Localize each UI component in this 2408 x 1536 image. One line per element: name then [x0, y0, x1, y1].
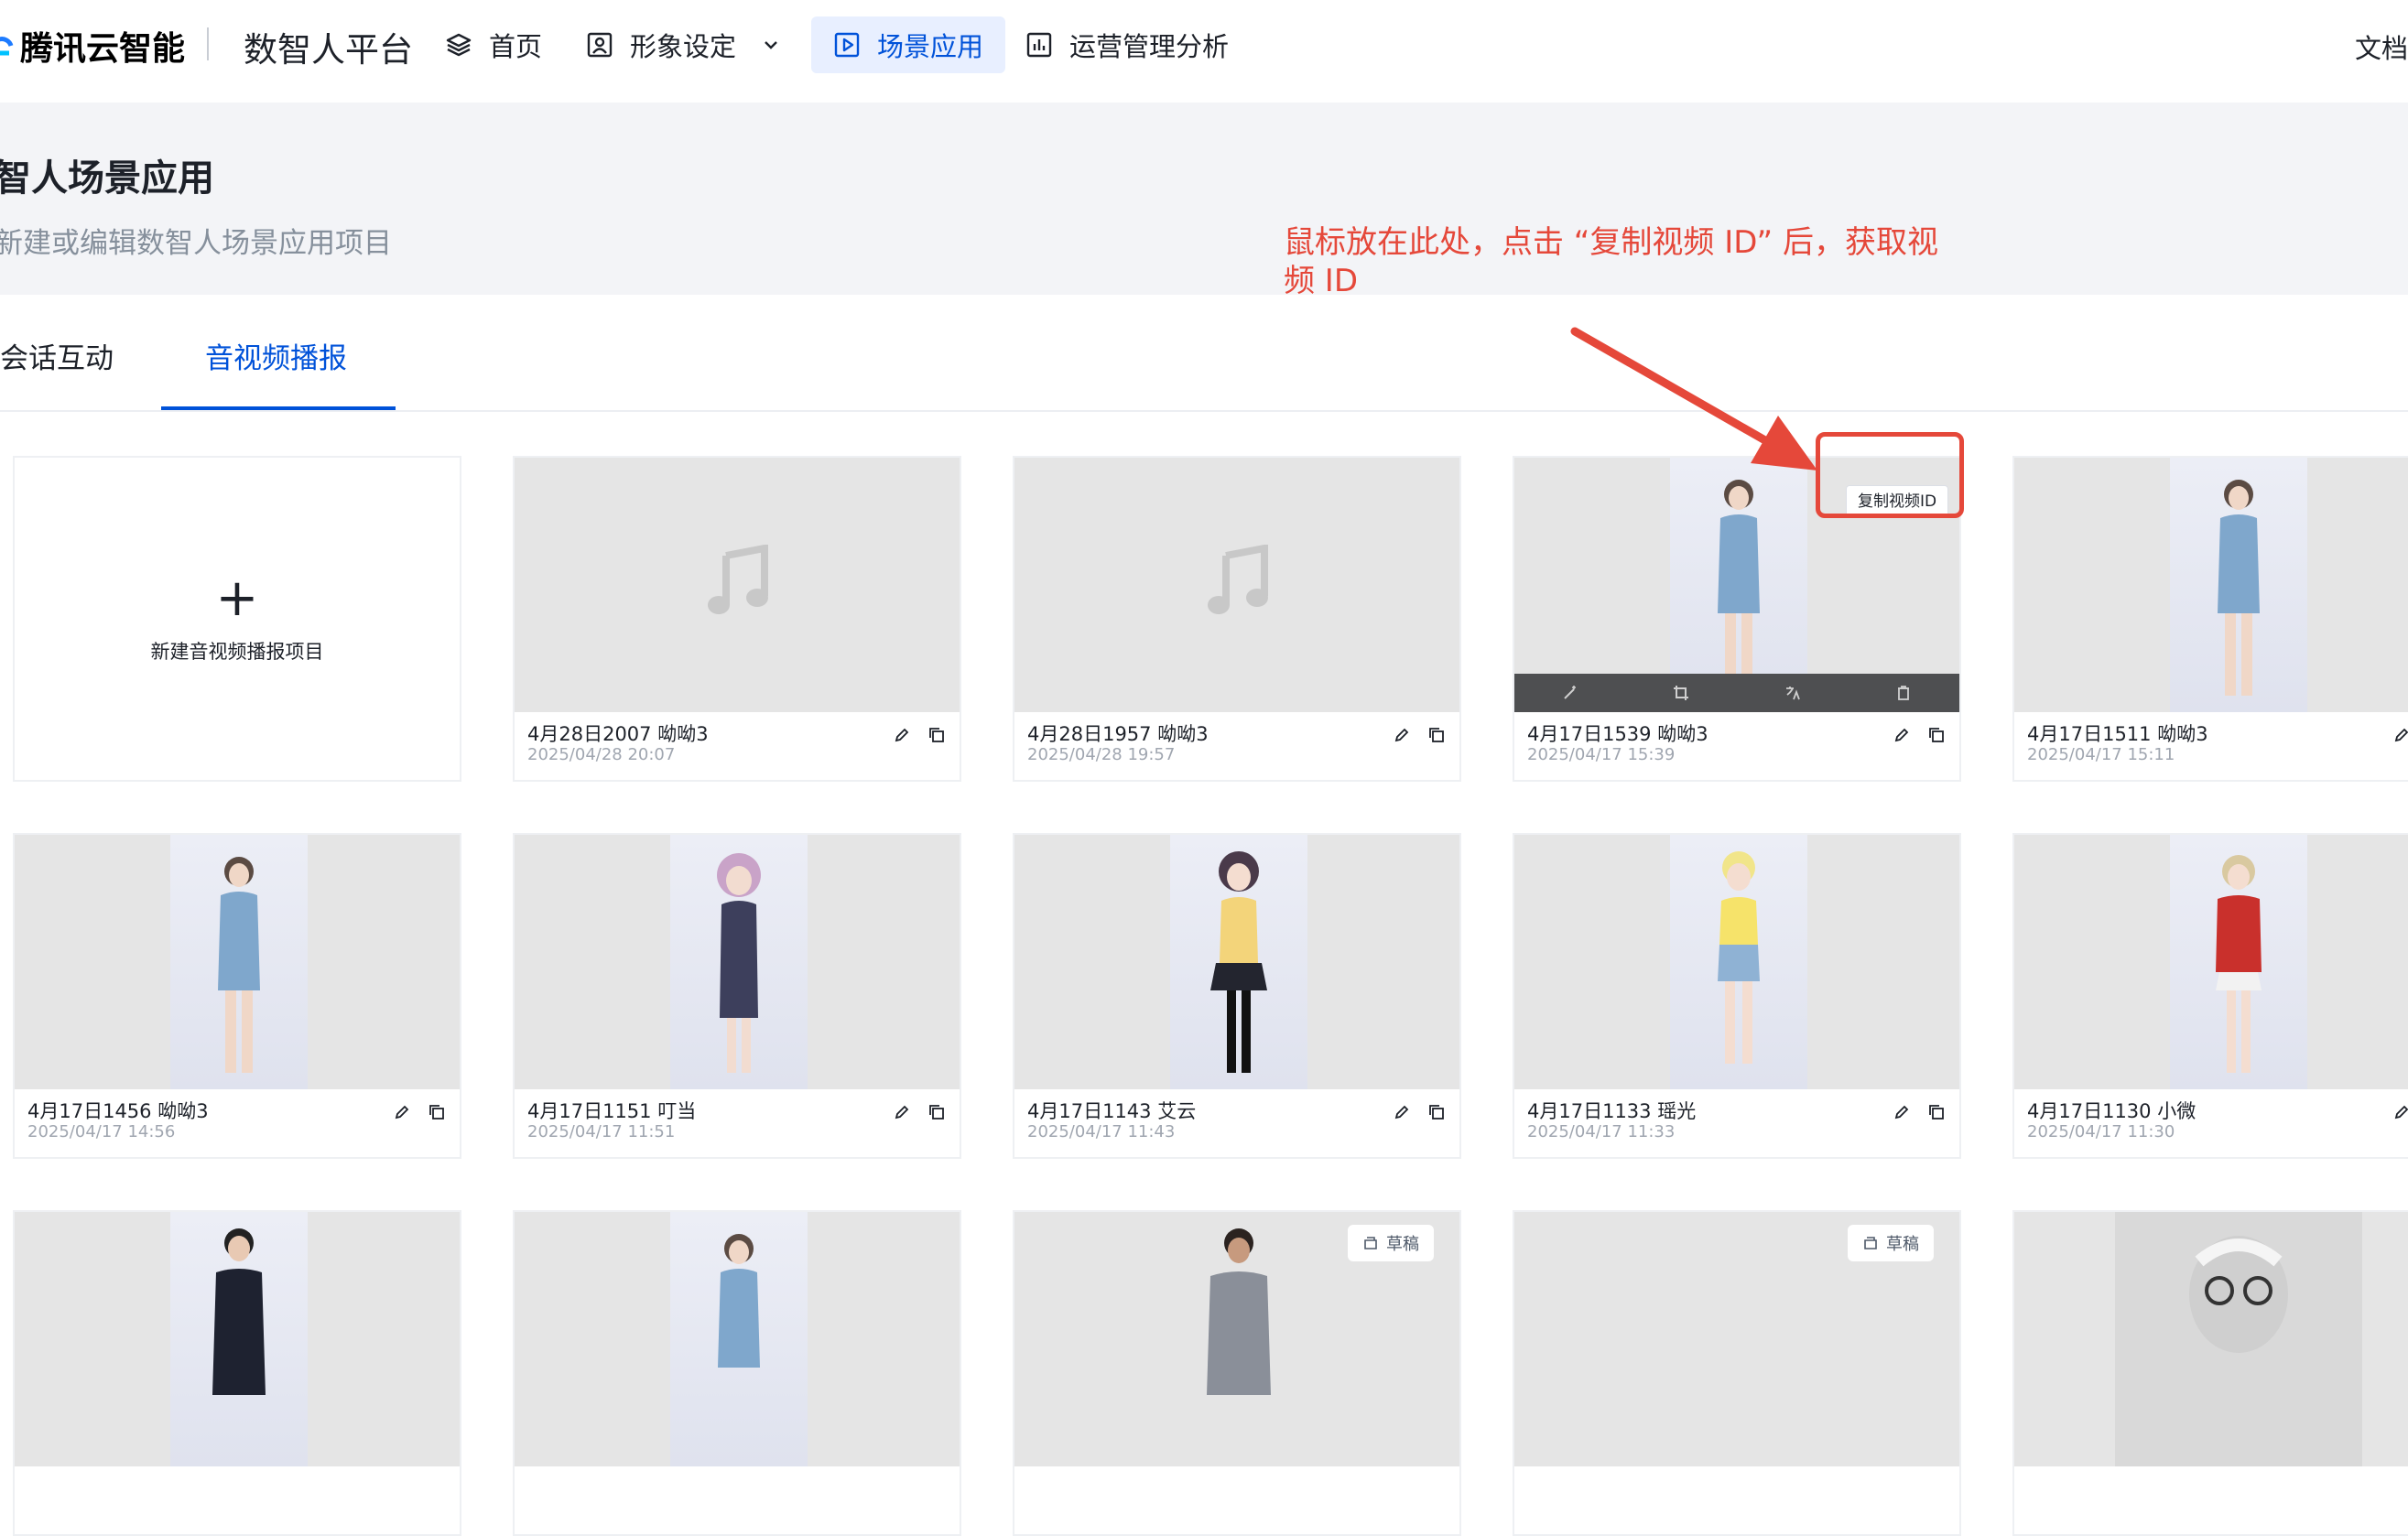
- annotation-arrow-icon: [1570, 327, 1817, 471]
